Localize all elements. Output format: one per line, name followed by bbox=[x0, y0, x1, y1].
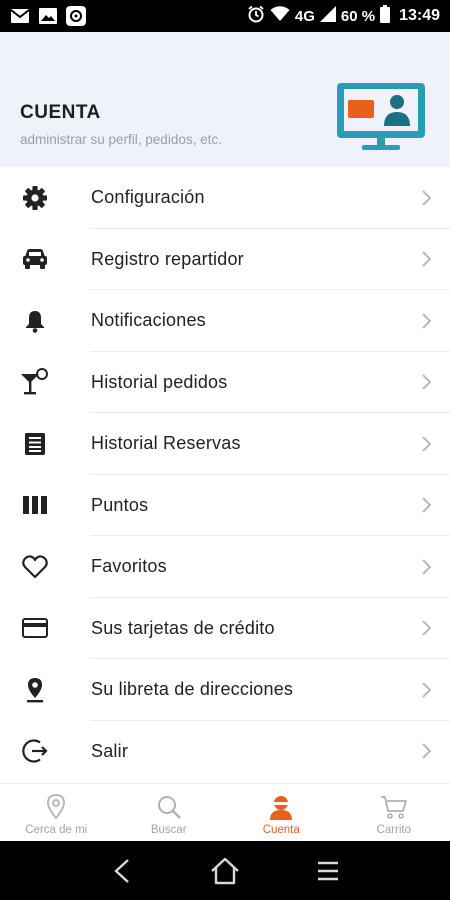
chevron-right-icon bbox=[422, 251, 432, 267]
battery-icon bbox=[380, 5, 391, 27]
menu-item-favoritos[interactable]: Favoritos bbox=[0, 536, 450, 598]
nav-cerca-de-mi[interactable]: Cerca de mi bbox=[0, 784, 113, 841]
bottom-navigation: Cerca de mi Buscar Cuenta Carrito bbox=[0, 783, 450, 841]
account-header: CUENTA administrar su perfil, pedidos, e… bbox=[0, 32, 450, 167]
menu-item-label: Historial pedidos bbox=[91, 371, 228, 392]
list-icon bbox=[20, 429, 50, 459]
nav-label: Cerca de mi bbox=[25, 824, 88, 836]
credit-card-icon bbox=[20, 613, 50, 643]
menu-item-label: Salir bbox=[91, 740, 129, 761]
chevron-right-icon bbox=[422, 313, 432, 329]
image-icon bbox=[38, 7, 58, 25]
recent-apps-icon[interactable] bbox=[308, 851, 348, 891]
page-subtitle: administrar su perfil, pedidos, etc. bbox=[20, 132, 222, 147]
cocktail-icon bbox=[20, 367, 50, 397]
profile-monitor-illustration bbox=[334, 80, 428, 152]
heart-icon bbox=[20, 552, 50, 582]
clock: 13:49 bbox=[399, 7, 440, 24]
chevron-right-icon bbox=[422, 436, 432, 452]
home-icon[interactable] bbox=[205, 851, 245, 891]
menu-item-label: Su libreta de direcciones bbox=[91, 679, 294, 700]
back-icon[interactable] bbox=[102, 851, 142, 891]
nav-label: Carrito bbox=[376, 824, 411, 836]
gear-icon bbox=[20, 183, 50, 213]
account-icon bbox=[267, 793, 295, 821]
app-notification-icon bbox=[66, 6, 86, 26]
chevron-right-icon bbox=[422, 190, 432, 206]
menu-item-label: Sus tarjetas de crédito bbox=[91, 617, 275, 638]
menu-item-configuracion[interactable]: Configuración bbox=[0, 167, 450, 229]
system-navigation-bar bbox=[0, 841, 450, 900]
battery-level: 60 % bbox=[340, 7, 376, 25]
alarm-icon bbox=[247, 5, 265, 27]
menu-item-tarjetas-credito[interactable]: Sus tarjetas de crédito bbox=[0, 598, 450, 660]
menu-item-label: Favoritos bbox=[91, 556, 167, 577]
menu-item-historial-reservas[interactable]: Historial Reservas bbox=[0, 413, 450, 475]
chevron-right-icon bbox=[422, 559, 432, 575]
columns-icon bbox=[20, 490, 50, 520]
nav-cuenta[interactable]: Cuenta bbox=[225, 784, 338, 841]
location-icon bbox=[42, 793, 70, 821]
nav-carrito[interactable]: Carrito bbox=[338, 784, 450, 841]
menu-item-registro-repartidor[interactable]: Registro repartidor bbox=[0, 229, 450, 291]
page-title: CUENTA bbox=[20, 102, 101, 123]
menu-item-label: Configuración bbox=[91, 187, 205, 208]
cart-icon bbox=[380, 793, 408, 821]
chevron-right-icon bbox=[422, 743, 432, 759]
nav-label: Buscar bbox=[150, 824, 187, 836]
search-icon bbox=[155, 793, 183, 821]
menu-item-label: Historial Reservas bbox=[91, 433, 241, 454]
menu-item-notificaciones[interactable]: Notificaciones bbox=[0, 290, 450, 352]
account-menu: Configuración Registro repartidor Notifi… bbox=[0, 167, 450, 782]
chevron-right-icon bbox=[422, 682, 432, 698]
status-bar: 4G 60 % 13:49 bbox=[0, 0, 450, 32]
network-type: 4G bbox=[294, 7, 315, 25]
chevron-right-icon bbox=[422, 374, 432, 390]
mail-icon bbox=[10, 7, 30, 25]
menu-item-salir[interactable]: Salir bbox=[0, 721, 450, 783]
nav-label: Cuenta bbox=[262, 824, 300, 836]
nav-buscar[interactable]: Buscar bbox=[113, 784, 226, 841]
map-pin-icon bbox=[20, 675, 50, 705]
bell-icon bbox=[20, 306, 50, 336]
menu-item-libreta-direcciones[interactable]: Su libreta de direcciones bbox=[0, 659, 450, 721]
menu-item-label: Notificaciones bbox=[91, 310, 206, 331]
menu-item-historial-pedidos[interactable]: Historial pedidos bbox=[0, 352, 450, 414]
menu-item-label: Puntos bbox=[91, 494, 149, 515]
menu-item-puntos[interactable]: Puntos bbox=[0, 475, 450, 537]
chevron-right-icon bbox=[422, 620, 432, 636]
chevron-right-icon bbox=[422, 497, 432, 513]
logout-icon bbox=[20, 736, 50, 766]
menu-item-label: Registro repartidor bbox=[91, 248, 244, 269]
signal-icon bbox=[319, 6, 336, 26]
wifi-icon bbox=[270, 6, 290, 26]
car-icon bbox=[20, 244, 50, 274]
